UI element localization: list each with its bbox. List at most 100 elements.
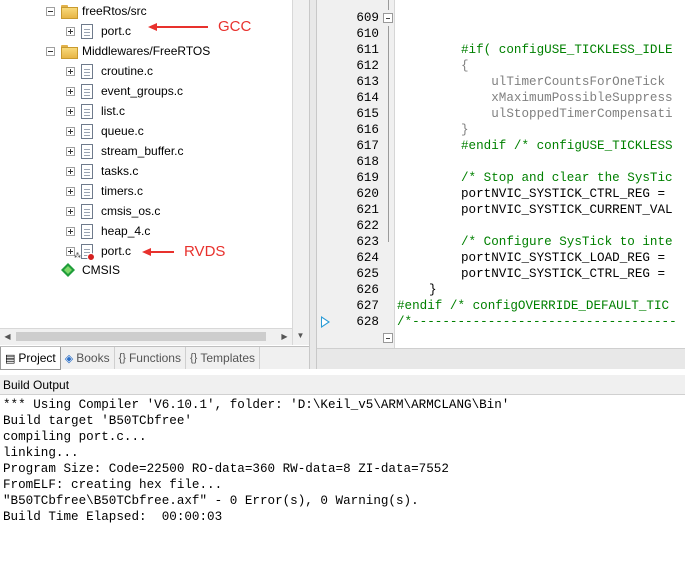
tree-file-label: list.c bbox=[101, 104, 125, 118]
tree-file-queue[interactable]: queue.c bbox=[66, 121, 144, 141]
tree-file-stream-buffer[interactable]: stream_buffer.c bbox=[66, 141, 184, 161]
tab-templates[interactable]: {} Templates bbox=[186, 347, 261, 369]
code-line[interactable]: 616 bbox=[317, 106, 685, 137]
code-line[interactable]: 626 #endif /* configOVERRIDE_DEFAULT_TIC bbox=[317, 266, 685, 313]
tree-folder-label: Middlewares/FreeRTOS bbox=[82, 44, 211, 58]
tree-horizontal-scrollbar[interactable]: ◀ ▶ bbox=[0, 328, 292, 345]
code-line[interactable]: 625 bbox=[317, 250, 685, 281]
tree-file-port-rvds[interactable]: ⁂ port.c bbox=[66, 241, 131, 261]
project-icon: ▤ bbox=[5, 352, 16, 365]
expand-icon[interactable] bbox=[66, 106, 75, 116]
code-line[interactable]: 611 ulTimerCountsForOneTick bbox=[317, 26, 685, 89]
tree-vertical-scrollbar[interactable]: ▼ bbox=[292, 0, 309, 345]
output-line: Program Size: Code=22500 RO-data=360 RW-… bbox=[3, 462, 449, 476]
tree-file-croutine[interactable]: croutine.c bbox=[66, 61, 153, 81]
tree-file-list[interactable]: list.c bbox=[66, 101, 125, 121]
code-line[interactable]: 624 } bbox=[317, 234, 685, 297]
code-line[interactable]: 609 #if( configUSE_TICKLESS_IDLE bbox=[317, 0, 685, 57]
books-icon: ◈ bbox=[64, 352, 74, 365]
code-line[interactable]: 622 portNVIC_SYSTICK_LOAD_REG = bbox=[317, 202, 685, 265]
output-line: compiling port.c... bbox=[3, 430, 147, 444]
fold-guide bbox=[388, 186, 389, 202]
annotation-gcc-label: GCC bbox=[218, 18, 252, 35]
expand-icon[interactable] bbox=[66, 186, 75, 196]
expand-icon[interactable] bbox=[66, 206, 75, 216]
tab-functions[interactable]: {} Functions bbox=[115, 347, 186, 369]
scroll-down-icon[interactable]: ▼ bbox=[293, 328, 308, 343]
expand-icon[interactable] bbox=[66, 146, 75, 156]
scroll-thumb[interactable] bbox=[16, 332, 266, 341]
annotation-rvds: RVDS bbox=[142, 243, 225, 260]
code-line-current[interactable]: 629 __asm uint32_t vPortGetIPSR( void ) bbox=[317, 314, 685, 348]
c-file-icon bbox=[81, 83, 93, 99]
output-line: Build Time Elapsed: 00:00:03 bbox=[3, 510, 223, 524]
c-file-icon bbox=[81, 183, 93, 199]
fold-collapse-icon[interactable] bbox=[383, 13, 393, 23]
tree-folder-freertos-src[interactable]: freeRtos/src bbox=[46, 1, 147, 21]
tab-label: Books bbox=[76, 351, 110, 365]
tree-file-label: port.c bbox=[101, 24, 132, 38]
code-line[interactable]: 610 { bbox=[317, 10, 685, 73]
code-line[interactable]: 627 /*----------------------------------… bbox=[317, 282, 685, 329]
expand-icon[interactable] bbox=[66, 226, 75, 236]
cmsis-diamond-icon bbox=[61, 263, 75, 277]
expand-icon[interactable] bbox=[66, 86, 75, 96]
c-file-icon bbox=[81, 223, 93, 239]
templates-icon: {} bbox=[189, 352, 198, 364]
tree-file-heap-4[interactable]: heap_4.c bbox=[66, 221, 150, 241]
expand-icon[interactable] bbox=[66, 26, 75, 36]
fold-guide bbox=[388, 170, 389, 186]
collapse-icon[interactable] bbox=[46, 46, 55, 56]
fold-guide bbox=[388, 74, 389, 90]
tree-file-timers[interactable]: timers.c bbox=[66, 181, 143, 201]
fold-guide bbox=[388, 138, 389, 154]
tab-label: Templates bbox=[200, 351, 256, 365]
tab-books[interactable]: ◈ Books bbox=[61, 347, 115, 369]
code-line[interactable]: 617 /* Stop and clear the SysTic bbox=[317, 122, 685, 185]
fold-collapse-icon[interactable] bbox=[383, 333, 393, 343]
tree-file-event-groups[interactable]: event_groups.c bbox=[66, 81, 183, 101]
fold-guide bbox=[388, 90, 389, 106]
c-file-icon bbox=[81, 203, 93, 219]
annotation-gcc: GCC bbox=[148, 18, 251, 35]
expand-icon[interactable] bbox=[66, 126, 75, 136]
tree-file-label: tasks.c bbox=[101, 164, 139, 178]
project-tab-bar: ▤ Project ◈ Books {} Functions {} Templa… bbox=[0, 346, 309, 370]
tab-project[interactable]: ▤ Project bbox=[0, 347, 61, 370]
expand-icon[interactable] bbox=[66, 166, 75, 176]
code-line[interactable]: 621 /* Configure SysTick to inte bbox=[317, 186, 685, 249]
code-line[interactable]: 628 bbox=[317, 298, 685, 329]
code-line[interactable]: 620 bbox=[317, 170, 685, 201]
c-file-icon bbox=[81, 63, 93, 79]
tree-cmsis-component[interactable]: CMSIS bbox=[61, 260, 120, 280]
code-line[interactable]: 614 } bbox=[317, 74, 685, 137]
fold-guide bbox=[388, 58, 389, 74]
code-line[interactable]: 630 { bbox=[317, 330, 685, 348]
code-line[interactable]: 619 portNVIC_SYSTICK_CURRENT_VAL bbox=[317, 154, 685, 217]
tree-file-cmsis-os[interactable]: cmsis_os.c bbox=[66, 201, 160, 221]
functions-icon: {} bbox=[118, 352, 126, 364]
tab-label: Functions bbox=[128, 351, 181, 365]
current-line-arrow-icon bbox=[321, 316, 330, 328]
tree-folder-middlewares-freertos[interactable]: Middlewares/FreeRTOS bbox=[46, 41, 210, 61]
code-line[interactable]: 612 xMaximumPossibleSuppress bbox=[317, 42, 685, 105]
tree-file-port-gcc[interactable]: port.c bbox=[66, 21, 131, 41]
expand-icon[interactable] bbox=[66, 66, 75, 76]
scroll-left-icon[interactable]: ◀ bbox=[0, 329, 15, 344]
output-line: "B50TCbfree\B50TCbfree.axf" - 0 Error(s)… bbox=[3, 494, 419, 508]
pane-splitter[interactable] bbox=[309, 0, 317, 369]
build-output-panel[interactable]: *** Using Compiler 'V6.10.1', folder: 'D… bbox=[0, 395, 685, 569]
code-line[interactable]: 623 portNVIC_SYSTICK_CTRL_REG = bbox=[317, 218, 685, 281]
fold-guide bbox=[388, 42, 389, 58]
code-line[interactable]: 618 portNVIC_SYSTICK_CTRL_REG = bbox=[317, 138, 685, 201]
scroll-right-icon[interactable]: ▶ bbox=[277, 329, 292, 344]
fold-guide bbox=[388, 26, 389, 42]
code-line[interactable]: 613 ulStoppedTimerCompensati bbox=[317, 58, 685, 121]
code-line[interactable]: 615 #endif /* configUSE_TICKLESS bbox=[317, 90, 685, 153]
tree-file-tasks[interactable]: tasks.c bbox=[66, 161, 138, 181]
fold-guide bbox=[388, 234, 389, 242]
output-line: Build target 'B50TCbfree' bbox=[3, 414, 192, 428]
collapse-icon[interactable] bbox=[46, 6, 55, 16]
key-badge-icon: ⁂ bbox=[74, 252, 81, 260]
code-editor[interactable]: 609 #if( configUSE_TICKLESS_IDLE 610 { 6… bbox=[317, 0, 685, 348]
